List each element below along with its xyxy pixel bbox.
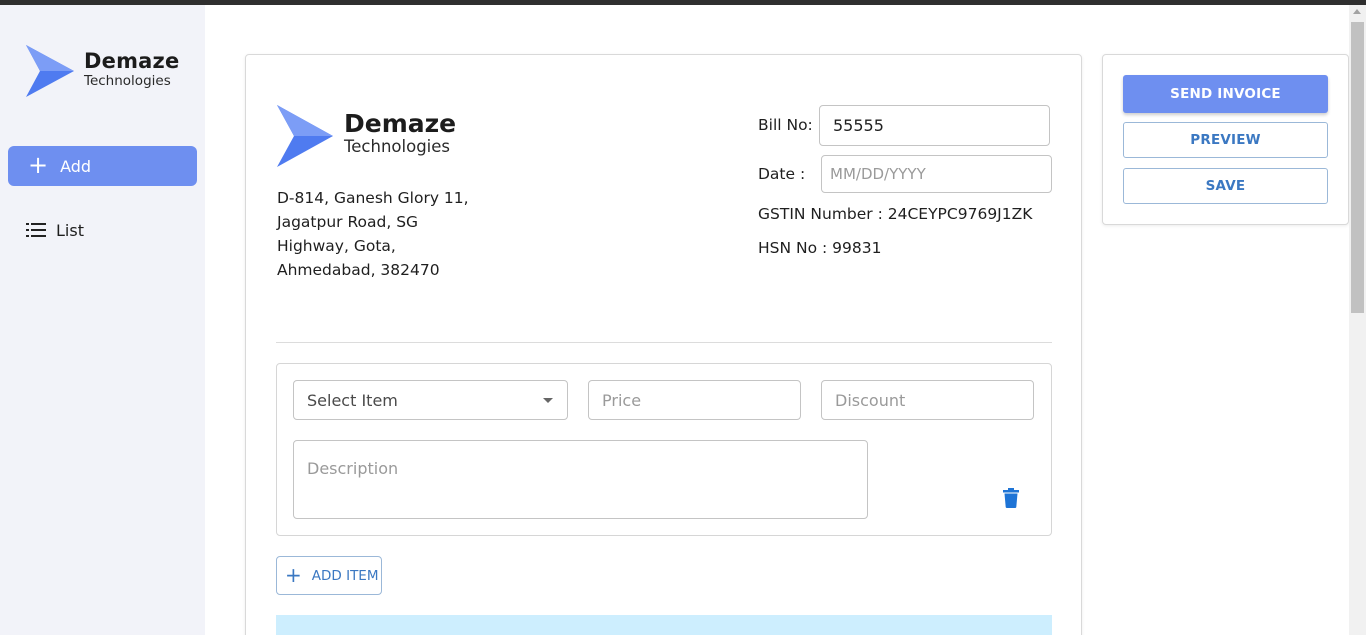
select-item-value: Select Item <box>307 390 398 410</box>
invoice-brand-name: Demaze <box>344 109 457 138</box>
delete-item-button[interactable] <box>1003 488 1019 512</box>
hsn-number: HSN No : 99831 <box>758 239 882 257</box>
scroll-up-arrow-icon[interactable] <box>1353 9 1361 14</box>
date-label: Date : <box>758 165 806 183</box>
plus-icon: + <box>285 562 302 587</box>
sidebar-item-label: List <box>56 220 84 240</box>
invoice-logo: Demaze Technologies <box>277 105 477 167</box>
price-input[interactable] <box>588 380 801 420</box>
invoice-item-row: Select Item <box>276 363 1052 536</box>
discount-input[interactable] <box>821 380 1034 420</box>
sidebar-logo[interactable]: Demaze Technologies <box>26 45 196 101</box>
invoice-brand-subtitle: Technologies <box>344 137 450 156</box>
sidebar-brand-name: Demaze <box>84 49 180 73</box>
section-divider <box>276 342 1052 343</box>
bill-no-label: Bill No: <box>758 116 813 134</box>
scrollbar-thumb[interactable] <box>1351 22 1364 313</box>
sidebar-brand-subtitle: Technologies <box>84 73 171 89</box>
save-button[interactable]: SAVE <box>1123 168 1328 204</box>
page-scrollbar[interactable] <box>1349 5 1366 635</box>
sidebar-item-add[interactable]: + Add <box>8 146 197 186</box>
totals-band <box>276 615 1052 635</box>
send-invoice-button[interactable]: SEND INVOICE <box>1123 75 1328 113</box>
gstin-number: GSTIN Number : 24CEYPC9769J1ZK <box>758 205 1033 223</box>
plus-icon: + <box>28 151 49 179</box>
preview-button[interactable]: PREVIEW <box>1123 122 1328 158</box>
sidebar-item-list[interactable]: List <box>26 216 84 244</box>
sidebar: Demaze Technologies + Add List <box>0 5 205 635</box>
logo-arrow-icon <box>26 45 74 97</box>
trash-icon <box>1003 488 1019 508</box>
description-input[interactable] <box>293 440 868 519</box>
caret-down-icon <box>543 398 553 403</box>
list-icon <box>26 223 46 237</box>
select-item-dropdown[interactable]: Select Item <box>293 380 568 420</box>
company-address: D-814, Ganesh Glory 11, Jagatpur Road, S… <box>277 186 477 282</box>
address-line: Jagatpur Road, SG <box>277 213 419 231</box>
address-line: Highway, Gota, <box>277 237 396 255</box>
bill-no-input[interactable] <box>819 105 1050 146</box>
add-item-button[interactable]: + ADD ITEM <box>276 556 382 595</box>
date-input[interactable] <box>821 155 1052 193</box>
address-line: Ahmedabad, 382470 <box>277 261 440 279</box>
actions-panel: SEND INVOICE PREVIEW SAVE <box>1102 54 1349 225</box>
logo-arrow-icon <box>277 105 333 167</box>
address-line: D-814, Ganesh Glory 11, <box>277 189 469 207</box>
add-item-label: ADD ITEM <box>311 567 379 584</box>
invoice-card: Demaze Technologies D-814, Ganesh Glory … <box>245 54 1082 635</box>
sidebar-item-label: Add <box>60 156 92 176</box>
